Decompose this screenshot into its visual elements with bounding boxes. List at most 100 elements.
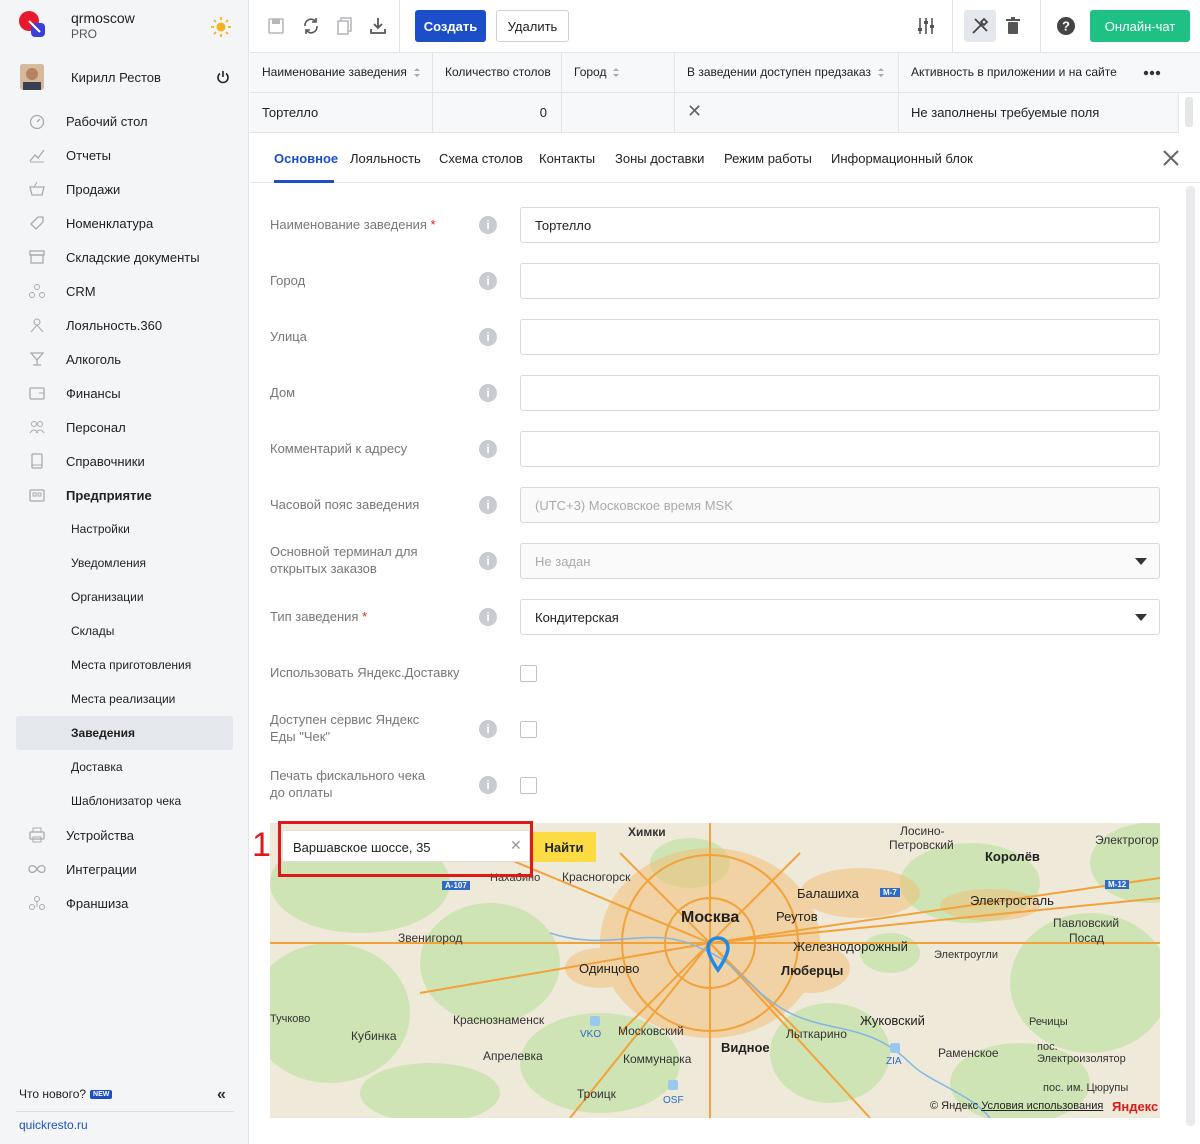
info-icon[interactable]: i bbox=[479, 496, 497, 514]
nav-item-sales[interactable]: Продажи bbox=[16, 172, 233, 206]
cell-activity[interactable]: Не заполнены требуемые поля bbox=[899, 93, 1179, 133]
tab-contacts[interactable]: Контакты bbox=[539, 151, 595, 166]
tools-button[interactable] bbox=[964, 10, 996, 42]
subnav-item-organizations[interactable]: Организации bbox=[16, 580, 233, 614]
fiscal-check-checkbox[interactable] bbox=[520, 777, 537, 794]
timezone-input[interactable]: (UTC+3) Московское время MSK bbox=[520, 487, 1160, 523]
column-header-city[interactable]: Город bbox=[562, 53, 675, 93]
column-header-preorder[interactable]: В заведении доступен предзаказ bbox=[675, 53, 899, 93]
cell-name[interactable]: Тортелло bbox=[250, 93, 433, 133]
info-icon[interactable]: i bbox=[479, 384, 497, 402]
map-find-button[interactable]: Найти bbox=[532, 832, 596, 862]
name-input[interactable]: Тортелло bbox=[520, 207, 1160, 243]
info-icon[interactable]: i bbox=[479, 272, 497, 290]
tab-working-hours[interactable]: Режим работы bbox=[724, 151, 812, 166]
nav-item-reports[interactable]: Отчеты bbox=[16, 138, 233, 172]
subnav-item-delivery[interactable]: Доставка bbox=[16, 750, 233, 784]
terminal-select[interactable]: Не задан bbox=[520, 543, 1160, 579]
info-icon[interactable]: i bbox=[479, 552, 497, 570]
tab-info-block[interactable]: Информационный блок bbox=[831, 151, 973, 166]
copy-icon[interactable] bbox=[335, 16, 355, 36]
map-label-elektrougli: Электроугли bbox=[934, 949, 998, 961]
power-icon[interactable] bbox=[216, 70, 230, 84]
refresh-icon[interactable] bbox=[301, 16, 321, 36]
subnav-label: Уведомления bbox=[71, 556, 147, 570]
nav-item-nomenclature[interactable]: Номенклатура bbox=[16, 206, 233, 240]
info-icon[interactable]: i bbox=[479, 216, 497, 234]
map-terms-link[interactable]: Условия использования bbox=[981, 1100, 1103, 1112]
collapse-sidebar-icon[interactable]: « bbox=[217, 1086, 226, 1104]
nav-item-integrations[interactable]: Интеграции bbox=[16, 852, 233, 886]
nav-item-warehouse-docs[interactable]: Складские документы bbox=[16, 240, 233, 274]
brand[interactable]: qrmoscow PRO bbox=[18, 10, 243, 44]
cell-preorder[interactable]: ✕ bbox=[675, 93, 899, 133]
nav-item-finance[interactable]: Финансы bbox=[16, 376, 233, 410]
trash-icon[interactable] bbox=[1003, 16, 1023, 36]
nav-item-crm[interactable]: CRM bbox=[16, 274, 233, 308]
save-icon[interactable] bbox=[266, 16, 286, 36]
subnav-item-venues[interactable]: Заведения bbox=[16, 716, 233, 750]
city-input[interactable] bbox=[520, 263, 1160, 299]
nav-item-alcohol[interactable]: Алкоголь bbox=[16, 342, 233, 376]
yandex-delivery-checkbox[interactable] bbox=[520, 665, 537, 682]
nav-label: Лояльность.360 bbox=[66, 317, 163, 333]
nav-label: Отчеты bbox=[66, 147, 111, 163]
nav-item-devices[interactable]: Устройства bbox=[16, 818, 233, 852]
subnav-item-notifications[interactable]: Уведомления bbox=[16, 546, 233, 580]
tab-delivery-zones[interactable]: Зоны доставки bbox=[615, 151, 704, 166]
site-link[interactable]: quickresto.ru bbox=[19, 1118, 88, 1132]
map-label-ramenskoe: Раменское bbox=[938, 1046, 999, 1060]
column-header-activity[interactable]: Активность в приложении и на сайте bbox=[899, 53, 1179, 93]
user-profile[interactable]: Кирилл Рестов bbox=[20, 64, 235, 92]
address-comment-input[interactable] bbox=[520, 431, 1160, 467]
subnav-item-settings[interactable]: Настройки bbox=[16, 512, 233, 546]
delete-button[interactable]: Удалить bbox=[496, 10, 569, 42]
road-badge-m12: М-12 bbox=[1105, 880, 1130, 889]
house-input[interactable] bbox=[520, 375, 1160, 411]
subnav-item-sale-places[interactable]: Места реализации bbox=[16, 682, 233, 716]
column-header-tables[interactable]: Количество столов bbox=[433, 53, 562, 93]
subnav-item-kitchen-places[interactable]: Места приготовления bbox=[16, 648, 233, 682]
table-scrollbar[interactable] bbox=[1185, 97, 1193, 127]
nav-item-franchise[interactable]: Франшиза bbox=[16, 886, 233, 920]
tab-loyalty[interactable]: Лояльность bbox=[350, 151, 421, 166]
help-icon[interactable]: ? bbox=[1056, 16, 1076, 36]
subnav-label: Настройки bbox=[71, 522, 130, 536]
field-label-timezone: Часовой пояс заведения bbox=[270, 497, 420, 512]
nav-item-loyalty[interactable]: Лояльность.360 bbox=[16, 308, 233, 342]
info-icon[interactable]: i bbox=[479, 328, 497, 346]
nav-item-references[interactable]: Справочники bbox=[16, 444, 233, 478]
form-scrollbar[interactable] bbox=[1186, 186, 1195, 1126]
info-icon[interactable]: i bbox=[479, 608, 497, 626]
nav-label: Номенклатура bbox=[66, 215, 154, 231]
map-label-moscow: Москва bbox=[681, 909, 740, 926]
yandex-check-checkbox[interactable] bbox=[520, 721, 537, 738]
street-input[interactable] bbox=[520, 319, 1160, 355]
subnav-item-receipt-template[interactable]: Шаблонизатор чека bbox=[16, 784, 233, 818]
subnav-item-warehouses[interactable]: Склады bbox=[16, 614, 233, 648]
more-icon[interactable] bbox=[1143, 70, 1161, 76]
info-icon[interactable]: i bbox=[479, 776, 497, 794]
book-icon bbox=[31, 453, 43, 469]
download-icon[interactable] bbox=[368, 16, 388, 36]
columns-settings-icon[interactable] bbox=[916, 16, 936, 36]
info-icon[interactable]: i bbox=[479, 720, 497, 738]
sun-icon[interactable] bbox=[210, 16, 232, 38]
nav-item-dashboard[interactable]: Рабочий стол bbox=[16, 104, 233, 138]
online-chat-button[interactable]: Онлайн-чат bbox=[1090, 10, 1190, 42]
info-icon[interactable]: i bbox=[479, 440, 497, 458]
close-icon[interactable] bbox=[1162, 149, 1180, 167]
cell-tables[interactable]: 0 bbox=[433, 93, 562, 133]
tab-main[interactable]: Основное bbox=[274, 151, 338, 166]
whats-new-link[interactable]: Что нового? NEW bbox=[19, 1087, 113, 1101]
tab-table-scheme[interactable]: Схема столов bbox=[439, 151, 523, 166]
map-pin-icon[interactable] bbox=[706, 936, 730, 974]
nav-label: CRM bbox=[66, 283, 96, 299]
cell-city[interactable] bbox=[562, 93, 675, 133]
chevron-down-icon bbox=[1135, 614, 1147, 621]
venue-type-select[interactable]: Кондитерская bbox=[520, 599, 1160, 635]
column-header-name[interactable]: Наименование заведения bbox=[250, 53, 433, 93]
nav-item-enterprise[interactable]: Предприятие bbox=[16, 478, 233, 512]
create-button[interactable]: Создать bbox=[415, 10, 486, 42]
nav-item-staff[interactable]: Персонал bbox=[16, 410, 233, 444]
